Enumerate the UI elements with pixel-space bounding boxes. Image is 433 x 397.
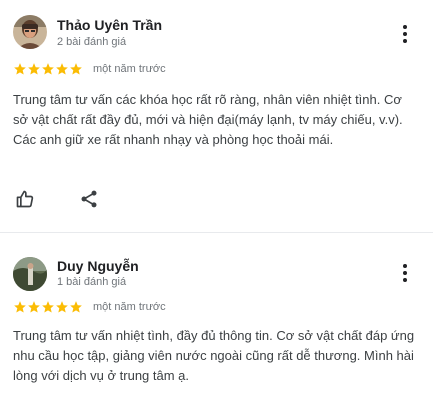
star-icon — [56, 63, 68, 75]
more-vert-icon — [403, 264, 407, 282]
rating-row: một năm trước — [13, 300, 166, 314]
star-rating — [13, 300, 83, 314]
more-vert-icon — [403, 25, 407, 43]
reviewer-avatar[interactable] — [13, 15, 47, 49]
star-icon — [42, 301, 54, 313]
review-card: Duy Nguyễn 1 bài đánh giá một năm trước … — [0, 233, 433, 397]
review-time: một năm trước — [93, 63, 166, 75]
review-text: Trung tâm tư vấn nhiệt tình, đầy đủ thôn… — [13, 328, 415, 383]
review-time: một năm trước — [93, 301, 166, 313]
star-icon — [14, 63, 26, 75]
star-icon — [28, 63, 40, 75]
share-button[interactable] — [77, 187, 101, 211]
rating-row: một năm trước — [13, 62, 166, 76]
star-icon — [56, 301, 68, 313]
star-icon — [14, 301, 26, 313]
reviewer-review-count: 2 bài đánh giá — [57, 36, 127, 48]
review-actions — [13, 186, 101, 212]
more-options-button[interactable] — [399, 24, 411, 44]
star-icon — [70, 301, 82, 313]
review-text: Trung tâm tư vấn các khóa học rất rõ ràn… — [13, 92, 403, 147]
reviewer-review-count: 1 bài đánh giá — [57, 276, 127, 288]
review-card: Thảo Uyên Trần 2 bài đánh giá một năm tr… — [0, 0, 433, 232]
reviewer-name[interactable]: Thảo Uyên Trần — [57, 17, 162, 33]
avatar-photo — [13, 15, 47, 49]
reviewer-avatar[interactable] — [13, 257, 47, 291]
thumb-up-icon — [16, 190, 34, 208]
star-icon — [70, 63, 82, 75]
like-button[interactable] — [13, 187, 37, 211]
share-icon — [81, 190, 97, 208]
star-icon — [28, 301, 40, 313]
more-options-button[interactable] — [399, 263, 411, 283]
reviewer-name[interactable]: Duy Nguyễn — [57, 258, 139, 274]
star-icon — [42, 63, 54, 75]
star-rating — [13, 62, 83, 76]
avatar-photo — [13, 257, 47, 291]
